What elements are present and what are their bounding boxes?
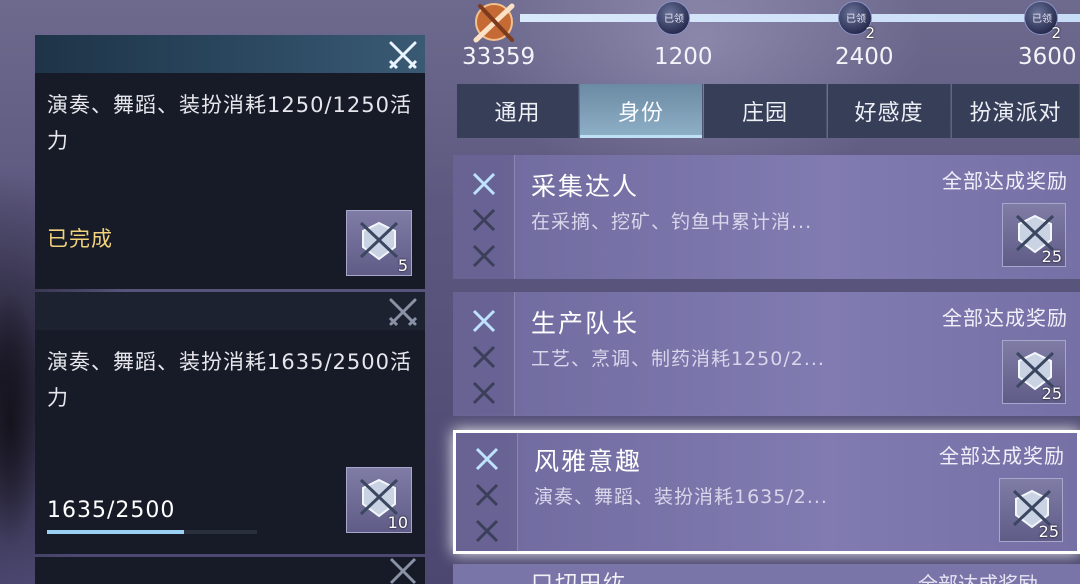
achievement-description: 在采摘、挖矿、钓鱼中累计消... xyxy=(531,211,813,233)
claimed-label: 已领 xyxy=(846,14,866,25)
achievement-row-selected[interactable]: 风雅意趣 演奏、舞蹈、装扮消耗1635/2... 全部达成奖励 25 xyxy=(453,430,1080,554)
detail-description: 演奏、舞蹈、装扮消耗1250/1250活力 xyxy=(47,93,412,153)
milestone-node-3[interactable]: 已领 2 xyxy=(1024,1,1061,42)
achievement-title: 风雅意趣 xyxy=(534,447,643,476)
crossed-swords-icon xyxy=(472,309,496,333)
all-complete-reward-label: 全部达成奖励 xyxy=(942,306,1068,330)
completed-status: 已完成 xyxy=(47,227,113,251)
tab-identity[interactable]: 身份 xyxy=(580,84,703,138)
reward-item[interactable]: 25 xyxy=(1002,340,1066,404)
crossed-swords-icon xyxy=(472,208,496,232)
milestone-threshold-3: 3600 xyxy=(1018,44,1077,70)
progress-text: 1635/2500 xyxy=(47,498,176,523)
tab-roleplay-party[interactable]: 扮演派对 xyxy=(952,84,1080,138)
sword-medal-icon xyxy=(473,3,515,43)
detail-card-header xyxy=(35,292,425,330)
reward-count: 25 xyxy=(1041,247,1062,266)
reward-item[interactable]: 5 xyxy=(346,210,412,276)
reward-count: 25 xyxy=(1038,522,1059,541)
achievement-title: 口切田纮 xyxy=(531,566,627,584)
crossed-swords-icon xyxy=(472,345,496,369)
claimed-label: 已领 xyxy=(664,14,684,25)
crossed-swords-icon xyxy=(389,557,417,584)
character-hair xyxy=(0,250,40,584)
milestone-node-2[interactable]: 已领 2 xyxy=(838,1,875,42)
node-count: 2 xyxy=(865,24,875,42)
all-complete-reward-label: 全部达成奖励 xyxy=(918,572,1038,584)
reward-count: 10 xyxy=(387,513,408,532)
all-complete-reward-label: 全部达成奖励 xyxy=(942,169,1068,193)
tier-strip xyxy=(453,292,515,416)
crossed-swords-icon xyxy=(475,483,499,507)
milestone-threshold-1: 1200 xyxy=(654,44,713,70)
crossed-swords-icon xyxy=(472,172,496,196)
crossed-swords-shield-icon xyxy=(359,221,399,261)
milestone-node-1[interactable]: 已领 xyxy=(656,1,690,35)
achievement-row[interactable]: 生产队长 工艺、烹调、制药消耗1250/2... 全部达成奖励 25 xyxy=(453,292,1080,416)
reward-item[interactable]: 25 xyxy=(999,478,1063,542)
detail-card-completed: 演奏、舞蹈、装扮消耗1250/1250活力 已完成 5 xyxy=(35,35,425,289)
reward-count: 25 xyxy=(1041,384,1062,403)
achievement-title: 生产队长 xyxy=(531,309,640,338)
crossed-swords-icon xyxy=(388,298,418,327)
tab-manor[interactable]: 庄园 xyxy=(704,84,827,138)
current-score: 33359 xyxy=(462,44,536,70)
tab-affinity[interactable]: 好感度 xyxy=(828,84,951,138)
progress-bar-fill xyxy=(47,530,185,534)
crossed-swords-icon xyxy=(472,244,496,268)
crossed-swords-icon xyxy=(388,41,418,70)
detail-card-in-progress: 演奏、舞蹈、装扮消耗1635/2500活力 1635/2500 10 xyxy=(35,292,425,554)
node-count: 2 xyxy=(1051,24,1061,42)
crossed-swords-icon xyxy=(472,381,496,405)
crossed-swords-icon xyxy=(475,519,499,543)
milestone-progress-track xyxy=(520,14,1080,22)
detail-description: 演奏、舞蹈、装扮消耗1635/2500活力 xyxy=(47,350,412,410)
achievement-description: 工艺、烹调、制药消耗1250/2... xyxy=(531,348,825,370)
tier-strip xyxy=(453,155,515,279)
crossed-swords-icon xyxy=(475,447,499,471)
tier-strip xyxy=(456,433,518,551)
milestone-threshold-2: 2400 xyxy=(835,44,894,70)
reward-item[interactable]: 25 xyxy=(1002,203,1066,267)
achievement-title: 采集达人 xyxy=(531,172,640,201)
achievement-description: 演奏、舞蹈、装扮消耗1635/2... xyxy=(534,486,828,508)
claimed-label: 已领 xyxy=(1032,14,1052,25)
progress-bar xyxy=(47,530,257,534)
reward-item[interactable]: 10 xyxy=(346,467,412,533)
achievement-row[interactable]: 采集达人 在采摘、挖矿、钓鱼中累计消... 全部达成奖励 25 xyxy=(453,155,1080,279)
detail-card-partial xyxy=(35,557,425,584)
reward-count: 5 xyxy=(397,256,408,275)
detail-card-header xyxy=(35,35,425,73)
tab-general[interactable]: 通用 xyxy=(457,84,579,138)
all-complete-reward-label: 全部达成奖励 xyxy=(939,444,1065,468)
